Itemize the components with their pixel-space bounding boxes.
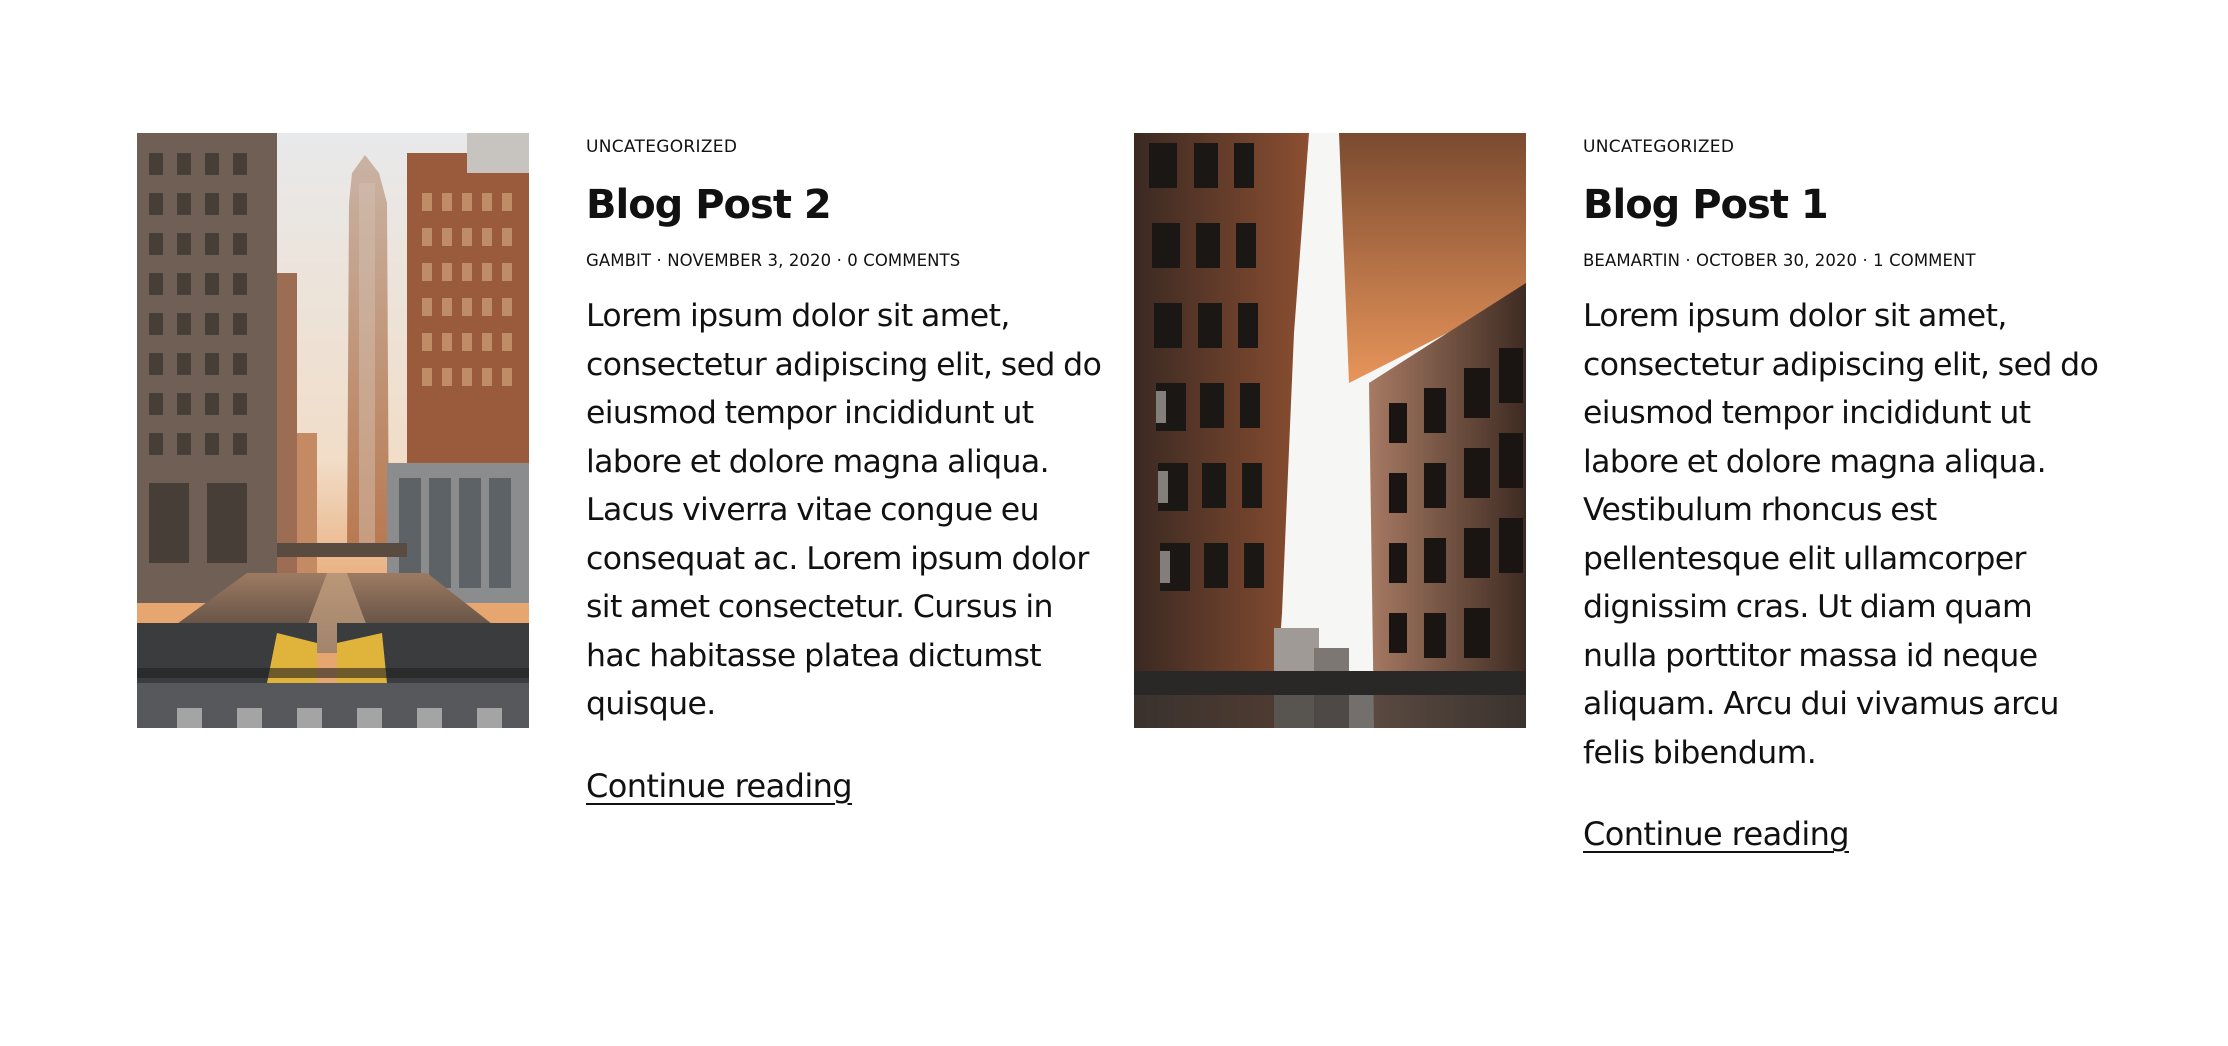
post-thumbnail-city-street[interactable] <box>137 133 529 728</box>
post-content: UNCATEGORIZED Blog Post 1 BEAMARTIN · OC… <box>1583 133 2099 858</box>
post-title-link[interactable]: Blog Post 2 <box>586 181 1086 229</box>
continue-reading-link[interactable]: Continue reading <box>586 762 853 810</box>
excerpt-line: nulla porttitor massa id neque <box>1583 637 2038 674</box>
excerpt-line: eiusmod tempor incididunt ut <box>1583 395 2031 431</box>
excerpt-line: labore et dolore magna aliqua. <box>586 443 1050 480</box>
post-card-blog-post-1: UNCATEGORIZED Blog Post 1 BEAMARTIN · OC… <box>1134 133 2124 913</box>
post-thumbnail-buildings-upward[interactable] <box>1134 133 1526 728</box>
excerpt-line: Vestibulum rhoncus est <box>1583 492 1937 528</box>
post-meta: GAMBIT · NOVEMBER 3, 2020 · 0 COMMENTS <box>586 251 961 270</box>
excerpt-line: felis bibendum. <box>1583 734 1817 771</box>
post-excerpt: Lorem ipsum dolor sit amet, consectetur … <box>1583 292 2099 777</box>
excerpt-line: dignissim cras. Ut diam quam <box>1583 589 2033 625</box>
excerpt-line: aliquam. Arcu dui vivamus arcu <box>1583 686 2059 722</box>
city-street-image <box>137 133 529 728</box>
excerpt-line: sit amet consectetur. Cursus in <box>586 589 1053 625</box>
excerpt-line: labore et dolore magna aliqua. <box>1583 443 2047 480</box>
post-excerpt: Lorem ipsum dolor sit amet, consectetur … <box>586 292 1102 729</box>
buildings-upward-image <box>1134 133 1526 728</box>
excerpt-line: pellentesque elit ullamcorper <box>1583 540 2026 577</box>
excerpt-line: consectetur adipiscing elit, sed do <box>586 346 1102 383</box>
post-meta: BEAMARTIN · OCTOBER 30, 2020 · 1 COMMENT <box>1583 251 1976 270</box>
excerpt-line: Lorem ipsum dolor sit amet, <box>586 298 1010 334</box>
post-card-blog-post-2: UNCATEGORIZED Blog Post 2 GAMBIT · NOVEM… <box>137 133 1127 913</box>
excerpt-line: consectetur adipiscing elit, sed do <box>1583 346 2099 383</box>
excerpt-line: Lorem ipsum dolor sit amet, <box>1583 298 2007 334</box>
continue-reading-link[interactable]: Continue reading <box>1583 810 1850 858</box>
post-title-link[interactable]: Blog Post 1 <box>1583 181 2083 229</box>
excerpt-line: consequat ac. Lorem ipsum dolor <box>586 540 1089 577</box>
blog-post-list: UNCATEGORIZED Blog Post 2 GAMBIT · NOVEM… <box>0 0 2228 1046</box>
excerpt-line: eiusmod tempor incididunt ut <box>586 395 1034 431</box>
excerpt-line: quisque. <box>586 686 716 722</box>
post-category-link[interactable]: UNCATEGORIZED <box>1583 135 2083 159</box>
excerpt-line: hac habitasse platea dictumst <box>586 637 1042 674</box>
excerpt-line: Lacus viverra vitae congue eu <box>586 492 1040 528</box>
post-content: UNCATEGORIZED Blog Post 2 GAMBIT · NOVEM… <box>586 133 1102 810</box>
post-category-link[interactable]: UNCATEGORIZED <box>586 135 1086 159</box>
